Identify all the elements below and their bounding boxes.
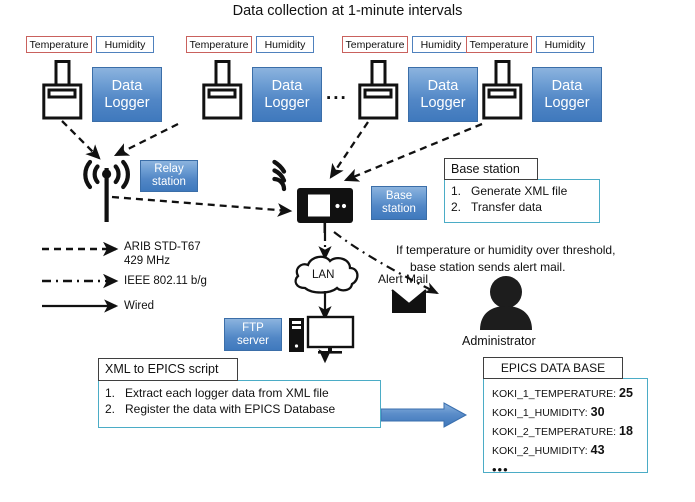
sensor-device-icon-4 bbox=[482, 60, 523, 120]
database-row-1-value: 25 bbox=[619, 386, 633, 400]
base-station-line1: Base bbox=[385, 190, 413, 203]
base-station-label: Base station bbox=[371, 186, 427, 220]
sensor-device-icon-2 bbox=[202, 60, 243, 120]
script-callout-header: XML to EPICS script bbox=[98, 358, 238, 381]
legend-item-wired: Wired bbox=[124, 299, 154, 313]
database-row-2: KOKI_1_HUMIDITY: 30 bbox=[492, 403, 643, 422]
data-logger-line2-3: Logger bbox=[420, 94, 466, 111]
register-flow-arrow bbox=[380, 402, 468, 428]
data-logger-line2-1: Logger bbox=[104, 94, 150, 111]
script-callout-item-2: 2. Register the data with EPICS Database bbox=[105, 401, 376, 417]
sensor-device-icon-1 bbox=[42, 60, 83, 120]
humidity-label-4: Humidity bbox=[536, 36, 594, 53]
relay-station-line2: station bbox=[152, 176, 186, 188]
alert-note-line1: If temperature or humidity over threshol… bbox=[396, 243, 616, 257]
data-logger-line1-4: Data bbox=[551, 78, 583, 95]
data-logger-box-3: Data Logger bbox=[408, 67, 478, 122]
relay-station-line1: Relay bbox=[154, 163, 184, 176]
relay-antenna-icon bbox=[83, 159, 130, 222]
database-row-2-value: 30 bbox=[590, 405, 605, 419]
legend-wired-line1: Wired bbox=[124, 300, 155, 312]
database-row-4-value: 43 bbox=[590, 443, 605, 457]
relay-station-label: Relay station bbox=[140, 160, 198, 192]
administrator-icon bbox=[480, 276, 532, 330]
database-row-4-key: KOKI_2_HUMIDITY: bbox=[492, 445, 588, 457]
database-body: KOKI_1_TEMPERATURE: 25 KOKI_1_HUMIDITY: … bbox=[483, 378, 648, 477]
data-logger-line1-3: Data bbox=[427, 78, 459, 95]
data-logger-box-1: Data Logger bbox=[92, 67, 162, 122]
legend-item-arib: ARIB STD-T67 429 MHz bbox=[124, 240, 201, 268]
ftp-server-label: FTP server bbox=[224, 318, 282, 351]
database-row-3: KOKI_2_TEMPERATURE: 18 bbox=[492, 422, 643, 441]
legend-arib-line1: ARIB STD-T67 bbox=[124, 241, 201, 253]
alert-mail-label: Alert Mail bbox=[378, 272, 429, 286]
data-logger-line2-2: Logger bbox=[264, 94, 310, 111]
humidity-label-2: Humidity bbox=[256, 36, 314, 53]
humidity-label-3: Humidity bbox=[412, 36, 470, 53]
script-callout-item-1: 1. Extract each logger data from XML fil… bbox=[105, 385, 376, 401]
base-callout-item-1-text: Generate XML file bbox=[471, 184, 568, 198]
temperature-label-2: Temperature bbox=[186, 36, 252, 53]
administrator-label: Administrator bbox=[462, 334, 536, 348]
database-row-3-key: KOKI_2_TEMPERATURE: bbox=[492, 426, 617, 438]
ftp-server-line1: FTP bbox=[242, 321, 264, 334]
base-callout-item-2: 2. Transfer data bbox=[451, 199, 595, 215]
humidity-label-1: Humidity bbox=[96, 36, 154, 53]
group-ellipsis: ... bbox=[326, 83, 348, 104]
diagram-canvas: Data collection at 1-minute intervals Te… bbox=[0, 0, 695, 502]
pc-icon bbox=[289, 315, 355, 354]
lan-label: LAN bbox=[312, 269, 335, 281]
database-row-4: KOKI_2_HUMIDITY: 43 bbox=[492, 441, 643, 460]
temperature-label-3: Temperature bbox=[342, 36, 408, 53]
base-callout-item-1: 1. Generate XML file bbox=[451, 183, 595, 199]
data-logger-box-4: Data Logger bbox=[532, 67, 602, 122]
legend-wifi-line1: IEEE 802.11 b/g bbox=[124, 275, 207, 287]
script-callout-item-1-text: Extract each logger data from XML file bbox=[125, 386, 329, 400]
data-logger-box-2: Data Logger bbox=[252, 67, 322, 122]
database-row-2-key: KOKI_1_HUMIDITY: bbox=[492, 407, 588, 419]
legend-arib-line2: 429 MHz bbox=[124, 255, 171, 268]
database-header: EPICS DATA BASE bbox=[483, 357, 623, 379]
data-logger-line2-4: Logger bbox=[544, 94, 590, 111]
base-callout-item-2-text: Transfer data bbox=[471, 200, 542, 215]
alert-note-line2: base station sends alert mail. bbox=[410, 260, 566, 274]
sensor-device-icon-3 bbox=[358, 60, 399, 120]
base-callout-item-2-num: 2. bbox=[451, 200, 462, 215]
script-callout-item-2-num: 2. bbox=[105, 402, 116, 417]
script-callout-item-1-num: 1. bbox=[105, 386, 116, 400]
database-more: ••• bbox=[492, 462, 509, 477]
temperature-label-4: Temperature bbox=[466, 36, 532, 53]
data-logger-line1-1: Data bbox=[111, 78, 143, 95]
base-callout-item-1-num: 1. bbox=[451, 184, 462, 198]
ftp-server-line2: server bbox=[237, 334, 269, 347]
temperature-label-1: Temperature bbox=[26, 36, 92, 53]
data-logger-line1-2: Data bbox=[271, 78, 303, 95]
base-callout-header: Base station bbox=[444, 158, 538, 180]
script-callout-item-2-text: Register the data with EPICS Database bbox=[125, 402, 336, 417]
base-station-device-icon bbox=[272, 159, 353, 233]
legend-item-wifi: IEEE 802.11 b/g bbox=[124, 274, 207, 288]
database-row-1: KOKI_1_TEMPERATURE: 25 bbox=[492, 384, 643, 403]
diagram-title: Data collection at 1-minute intervals bbox=[232, 3, 463, 19]
database-row-1-key: KOKI_1_TEMPERATURE: bbox=[492, 388, 617, 400]
script-callout-body: 1. Extract each logger data from XML fil… bbox=[98, 380, 381, 428]
alert-mail-icon bbox=[391, 289, 427, 313]
base-callout-body: 1. Generate XML file 2. Transfer data bbox=[444, 179, 600, 223]
database-row-3-value: 18 bbox=[619, 424, 633, 438]
base-station-line2: station bbox=[382, 203, 416, 215]
